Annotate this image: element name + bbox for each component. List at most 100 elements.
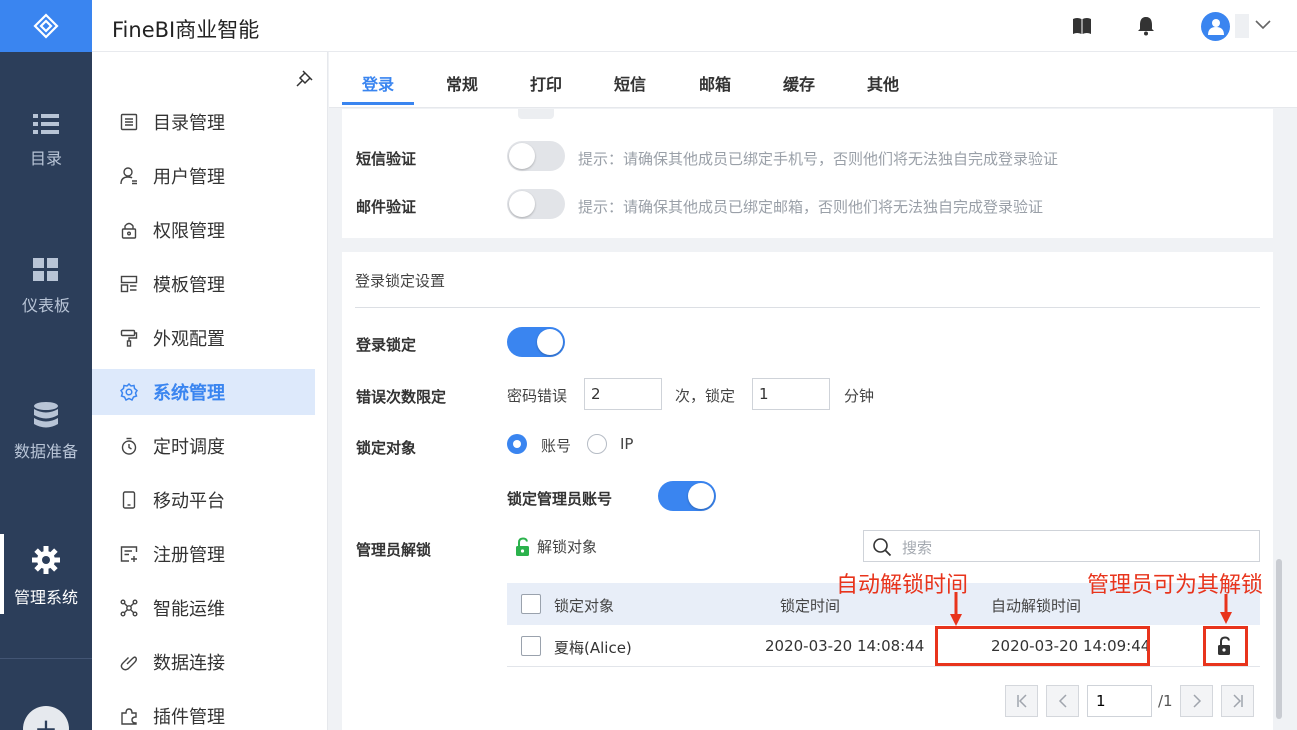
tab-general[interactable]: 常规: [446, 71, 478, 95]
gear-icon: [119, 382, 139, 402]
register-icon: [119, 544, 139, 564]
unlock-objects-label: 解锁对象: [537, 538, 598, 556]
select-all-checkbox[interactable]: [521, 594, 541, 614]
rail-divider: [0, 658, 92, 659]
tab-print[interactable]: 打印: [530, 71, 562, 95]
lock-section-title: 登录锁定设置: [355, 272, 446, 290]
sms-verify-toggle[interactable]: [507, 141, 565, 171]
highlight-box-unlock-icon: [1203, 626, 1248, 666]
last-page-icon: [1232, 694, 1243, 708]
submenu-item-system[interactable]: 系统管理: [92, 369, 315, 415]
search-icon: [873, 538, 892, 557]
submenu-item-permissions[interactable]: 权限管理: [92, 207, 315, 253]
content-scrollbar[interactable]: [1276, 559, 1282, 719]
error-limit-middle: 次，锁定: [675, 387, 736, 405]
add-label: +: [34, 712, 58, 730]
error-limit-suffix: 分钟: [844, 387, 875, 405]
user-icon: [119, 166, 139, 186]
verification-card: 短信验证 提示：请确保其他成员已绑定手机号，否则他们将无法独自完成登录验证 邮件…: [342, 109, 1273, 238]
submenu-item-mobile[interactable]: 移动平台: [92, 477, 315, 523]
submenu-item-users[interactable]: 用户管理: [92, 153, 315, 199]
tab-login[interactable]: 登录: [362, 71, 394, 95]
highlight-box-unlock-time: [935, 626, 1150, 666]
submenu-label: 数据连接: [153, 653, 225, 674]
last-page-button[interactable]: [1221, 685, 1254, 717]
unlock-objects-button[interactable]: 解锁对象: [514, 536, 597, 557]
logo-icon: [33, 13, 59, 39]
help-book-icon[interactable]: [1072, 17, 1092, 35]
lock-target-label: 锁定对象: [356, 439, 417, 457]
submenu-item-templates[interactable]: 模板管理: [92, 261, 315, 307]
submenu-item-plugins[interactable]: 插件管理: [92, 693, 315, 730]
email-verify-toggle[interactable]: [507, 189, 565, 219]
login-lock-label: 登录锁定: [356, 336, 417, 354]
tab-cache[interactable]: 缓存: [783, 71, 815, 95]
main-rail: 目录 仪表板 数据准备 管理系统 +: [0, 0, 92, 730]
target-account-label: 账号: [541, 437, 572, 455]
template-icon: [119, 274, 139, 294]
chevron-down-icon[interactable]: [1255, 18, 1271, 30]
column-header-lock-time: 锁定时间: [780, 597, 841, 615]
settings-content: 短信验证 提示：请确保其他成员已绑定手机号，否则他们将无法独自完成登录验证 邮件…: [329, 109, 1297, 730]
first-page-icon: [1016, 694, 1027, 708]
list-icon: [33, 114, 59, 134]
submenu-item-ops[interactable]: 智能运维: [92, 585, 315, 631]
tab-other[interactable]: 其他: [867, 71, 899, 95]
prev-page-button[interactable]: [1046, 685, 1079, 717]
rail-label: 目录: [29, 149, 62, 168]
fine-logo[interactable]: [0, 0, 92, 52]
submenu-label: 外观配置: [153, 329, 225, 350]
login-lock-toggle[interactable]: [507, 327, 565, 357]
next-page-icon: [1192, 694, 1201, 708]
rail-item-admin[interactable]: 管理系统: [0, 534, 92, 614]
search-placeholder: 搜索: [902, 539, 933, 557]
section-divider: [355, 307, 1260, 308]
pin-icon[interactable]: [295, 68, 315, 88]
target-account-radio[interactable]: [507, 434, 527, 454]
submenu-label: 用户管理: [153, 167, 225, 188]
rail-label: 数据准备: [13, 442, 78, 461]
annotation-arrow-down-icon: [1220, 594, 1232, 624]
tab-email[interactable]: 邮箱: [699, 71, 731, 95]
submenu-item-appearance[interactable]: 外观配置: [92, 315, 315, 361]
submenu-label: 模板管理: [153, 275, 225, 296]
sms-verify-hint: 提示：请确保其他成员已绑定手机号，否则他们将无法独自完成登录验证: [578, 150, 1059, 168]
admin-unlock-label: 管理员解锁: [356, 541, 432, 559]
cell-lock-time: 2020-03-20 14:08:44: [765, 637, 925, 655]
lock-minutes-input[interactable]: [752, 378, 830, 410]
submenu-item-connections[interactable]: 数据连接: [92, 639, 315, 685]
row-checkbox[interactable]: [521, 636, 541, 656]
first-page-button[interactable]: [1005, 685, 1038, 717]
submenu-label: 权限管理: [153, 221, 225, 242]
bell-icon[interactable]: [1137, 16, 1155, 36]
partial-toggle: [518, 109, 554, 119]
add-button[interactable]: +: [23, 706, 69, 730]
error-count-input[interactable]: [584, 378, 662, 410]
admin-account-toggle[interactable]: [658, 481, 716, 511]
target-ip-radio[interactable]: [587, 434, 607, 454]
link-icon: [119, 652, 139, 672]
rail-item-catalog[interactable]: 目录: [0, 113, 92, 169]
search-input[interactable]: 搜索: [863, 530, 1260, 562]
email-verify-hint: 提示：请确保其他成员已绑定邮箱，否则他们将无法独自完成登录验证: [578, 198, 1044, 216]
target-ip-label: IP: [620, 435, 634, 453]
submenu-label: 插件管理: [153, 707, 225, 728]
rail-item-dashboard[interactable]: 仪表板: [0, 258, 92, 316]
submenu-item-registration[interactable]: 注册管理: [92, 531, 315, 577]
submenu-item-scheduler[interactable]: 定时调度: [92, 423, 315, 469]
active-tab-indicator: [342, 102, 414, 105]
tab-sms[interactable]: 短信: [614, 71, 646, 95]
brush-icon: [119, 328, 139, 348]
avatar[interactable]: [1201, 12, 1230, 41]
submenu-item-catalog[interactable]: 目录管理: [92, 99, 315, 145]
catalog-icon: [119, 112, 139, 132]
column-header-auto-unlock-time: 自动解锁时间: [991, 597, 1082, 615]
lock-icon: [119, 220, 139, 240]
sms-verify-label: 短信验证: [356, 150, 417, 168]
annotation-admin-unlock: 管理员可为其解锁: [1087, 573, 1264, 598]
next-page-button[interactable]: [1180, 685, 1213, 717]
error-limit-label: 错误次数限定: [356, 388, 447, 406]
app-title: FineBI商业智能: [112, 18, 260, 42]
rail-item-data-prep[interactable]: 数据准备: [0, 402, 92, 462]
page-input[interactable]: [1087, 685, 1152, 717]
